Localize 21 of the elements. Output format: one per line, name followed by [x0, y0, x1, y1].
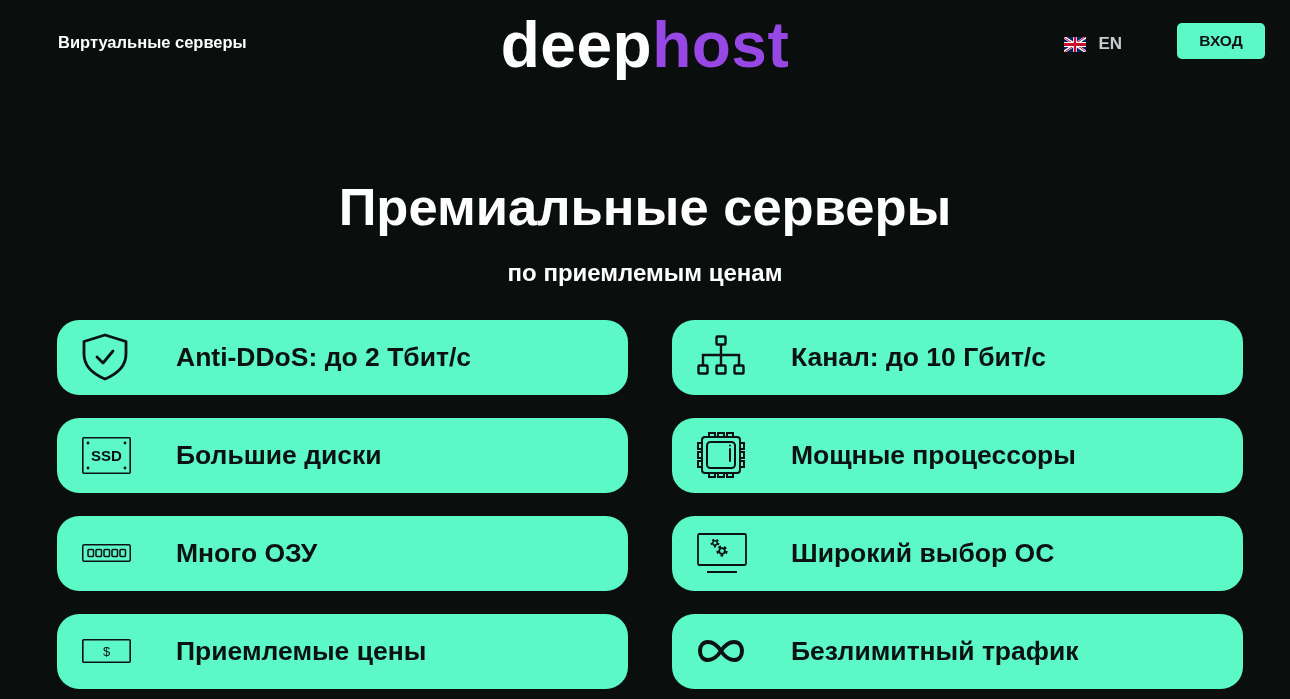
feature-label: Канал: до 10 Гбит/с [791, 341, 1046, 373]
language-link[interactable]: EN [1064, 34, 1122, 54]
feature-label: Большие диски [176, 439, 382, 471]
memory-module-icon [82, 544, 131, 563]
login-button[interactable]: ВХОД [1177, 23, 1265, 59]
processor-chip-icon [697, 432, 745, 479]
feature-label: Широкий выбор ОС [791, 537, 1055, 569]
infinity-icon [697, 639, 745, 664]
shield-check-icon [82, 333, 128, 382]
feature-label: Anti-DDoS: до 2 Тбит/с [176, 341, 472, 373]
feature-label: Приемлемые цены [176, 635, 427, 667]
hero-subtitle: по приемлемым ценам [507, 259, 783, 288]
banknote-icon: $ [82, 639, 131, 664]
monitor-gears-icon [697, 532, 747, 574]
nav-link[interactable]: Виртуальные серверы [58, 32, 247, 52]
feature-label: Безлимитный трафик [791, 635, 1079, 667]
feature-label: Много ОЗУ [176, 537, 318, 569]
flag-icon [1064, 36, 1087, 52]
feature-label: Мощные процессоры [791, 439, 1076, 471]
hero-title: Премиальные серверы [338, 176, 952, 238]
ssd-icon: SSD [82, 436, 131, 474]
